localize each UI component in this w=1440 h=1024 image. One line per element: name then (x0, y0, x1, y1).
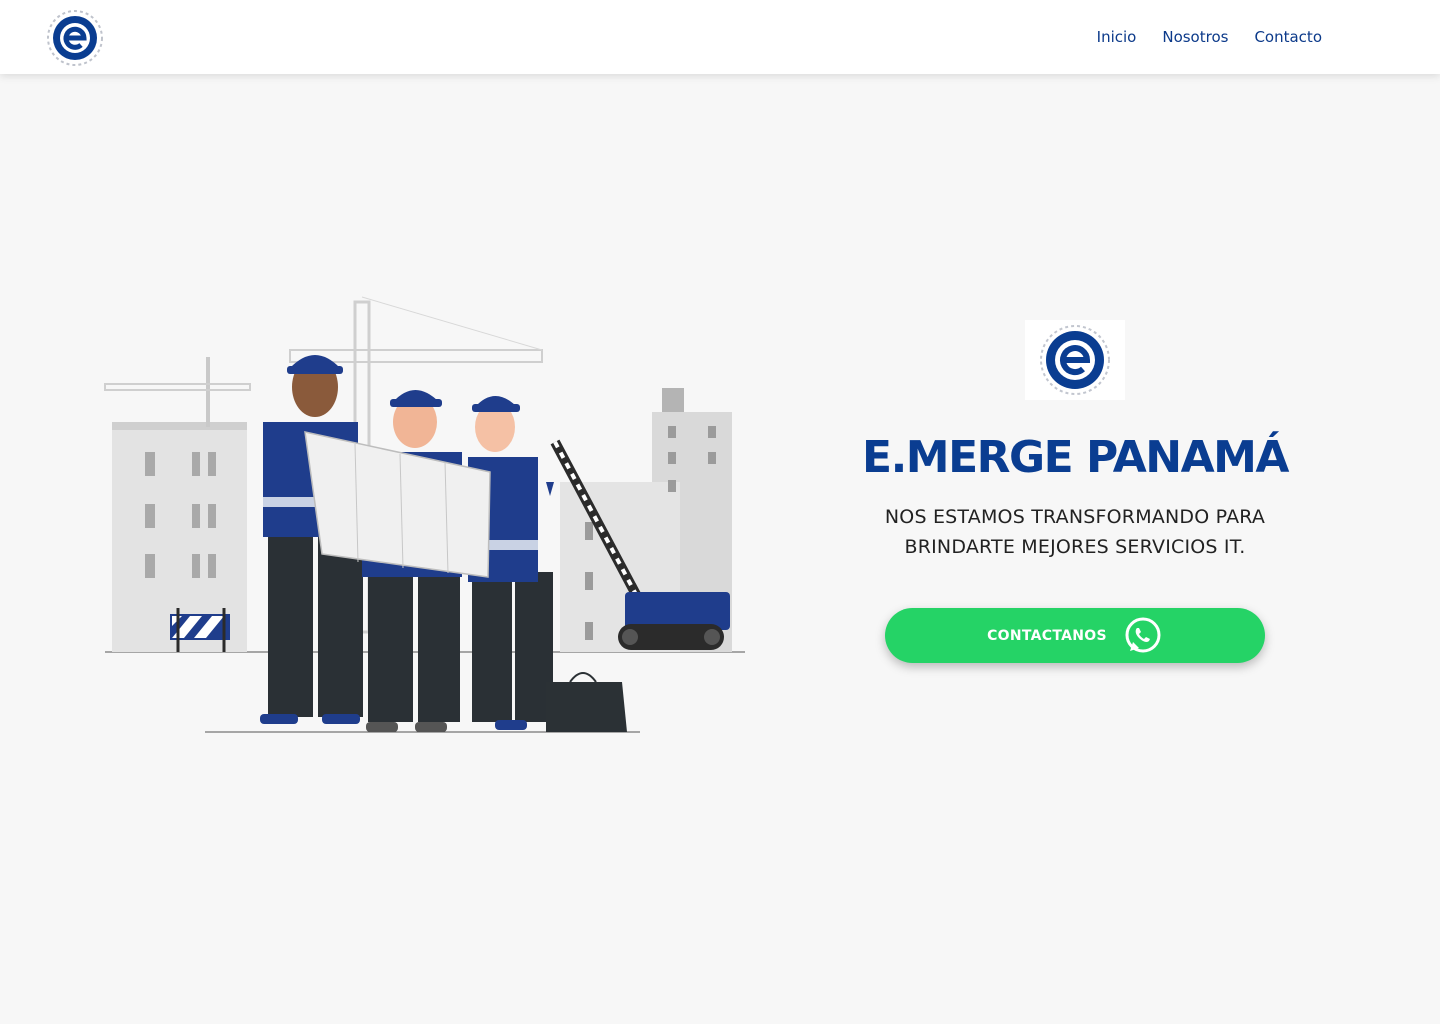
contact-whatsapp-button[interactable]: CONTACTANOS (885, 608, 1265, 663)
construction-workers-illustration (104, 296, 745, 733)
nav-contacto[interactable]: Contacto (1254, 27, 1322, 47)
nav-nosotros[interactable]: Nosotros (1162, 27, 1228, 47)
whatsapp-icon (1125, 617, 1161, 652)
emerge-logo-icon[interactable] (40, 8, 110, 68)
hero-subtitle: NOS ESTAMOS TRANSFORMANDO PARA BRINDARTE… (840, 502, 1310, 562)
hero-subtitle-line-1: NOS ESTAMOS TRANSFORMANDO PARA (884, 506, 1266, 528)
emerge-logo-icon (1025, 320, 1125, 400)
main-nav: Inicio Nosotros Contacto (1097, 27, 1322, 47)
page-title: E.MERGE PANAMÁ (862, 432, 1289, 483)
nav-inicio[interactable]: Inicio (1097, 27, 1137, 47)
hero-subtitle-line-2: BRINDARTE MEJORES SERVICIOS IT. (904, 536, 1246, 558)
top-navigation-bar: Inicio Nosotros Contacto (0, 0, 1440, 74)
contact-button-label: CONTACTANOS (987, 627, 1107, 644)
hero-section: E.MERGE PANAMÁ NOS ESTAMOS TRANSFORMANDO… (840, 320, 1310, 663)
